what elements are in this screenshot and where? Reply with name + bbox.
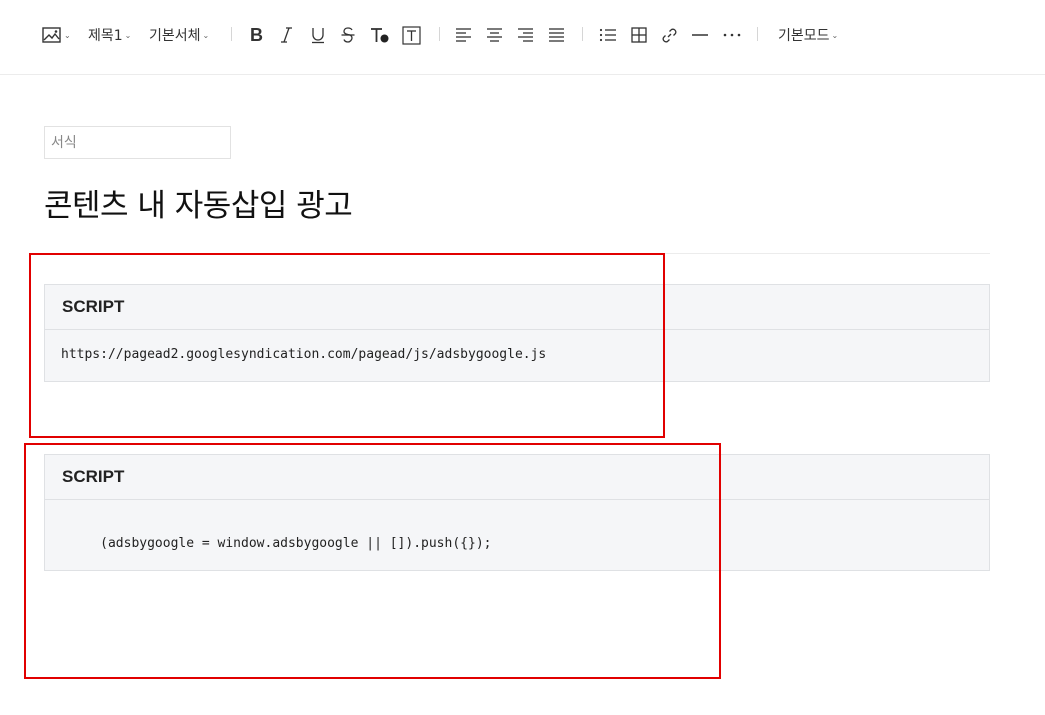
insert-image-button[interactable]: ⌄ [42,23,71,47]
chevron-down-icon: ⌄ [202,31,210,40]
text-background-button[interactable] [402,23,421,47]
more-button[interactable] [722,23,742,47]
bulleted-list-button[interactable] [599,23,617,47]
chevron-down-icon: ⌄ [124,31,132,40]
align-center-icon [487,28,502,42]
toolbar-divider [582,27,583,41]
align-center-button[interactable] [486,23,503,47]
strikethrough-icon [341,27,355,43]
toolbar-divider [231,27,232,41]
text-color-button[interactable] [370,23,390,47]
bold-icon: B [250,26,263,44]
italic-icon [281,27,292,43]
toolbar-divider [439,27,440,41]
category-field[interactable]: 서식 [44,126,231,159]
align-justify-button[interactable] [548,23,565,47]
svg-text:B: B [250,26,263,44]
align-left-button[interactable] [455,23,472,47]
align-justify-icon [549,28,564,42]
insert-table-button[interactable] [631,23,647,47]
editor-mode-dropdown[interactable]: 기본모드 ⌄ [778,23,838,47]
font-value: 기본서체 [149,28,201,44]
font-dropdown[interactable]: 기본서체 ⌄ [149,23,209,47]
heading-value: 제목1 [88,28,123,44]
align-left-icon [456,28,471,42]
text-background-icon [402,25,421,45]
insert-link-button[interactable] [661,23,678,47]
strikethrough-button[interactable] [340,23,356,47]
align-right-button[interactable] [517,23,534,47]
italic-button[interactable] [279,23,295,47]
heading-dropdown[interactable]: 제목1 ⌄ [88,23,131,47]
link-icon [662,28,677,42]
chevron-down-icon: ⌄ [831,31,839,40]
toolbar-divider [757,27,758,41]
text-color-icon [371,28,389,43]
horizontal-rule-button[interactable] [691,23,709,47]
underline-button[interactable] [310,23,326,47]
image-icon [42,27,61,43]
editor-toolbar: ⌄ 제목1 ⌄ 기본서체 ⌄ B 기본모드 ⌄ [0,0,1045,75]
highlight-box [29,253,665,438]
align-right-icon [518,28,533,42]
highlight-box [24,443,721,679]
horizontal-rule-icon [692,34,708,36]
post-title[interactable]: 콘텐츠 내 자동삽입 광고 [44,180,353,225]
bold-button[interactable]: B [248,23,266,47]
chevron-down-icon: ⌄ [64,31,71,40]
editor-mode-value: 기본모드 [778,28,830,44]
more-icon [723,33,741,37]
underline-icon [312,28,324,44]
table-icon [631,27,647,43]
bulleted-list-icon [599,28,616,42]
category-placeholder: 서식 [51,135,77,151]
